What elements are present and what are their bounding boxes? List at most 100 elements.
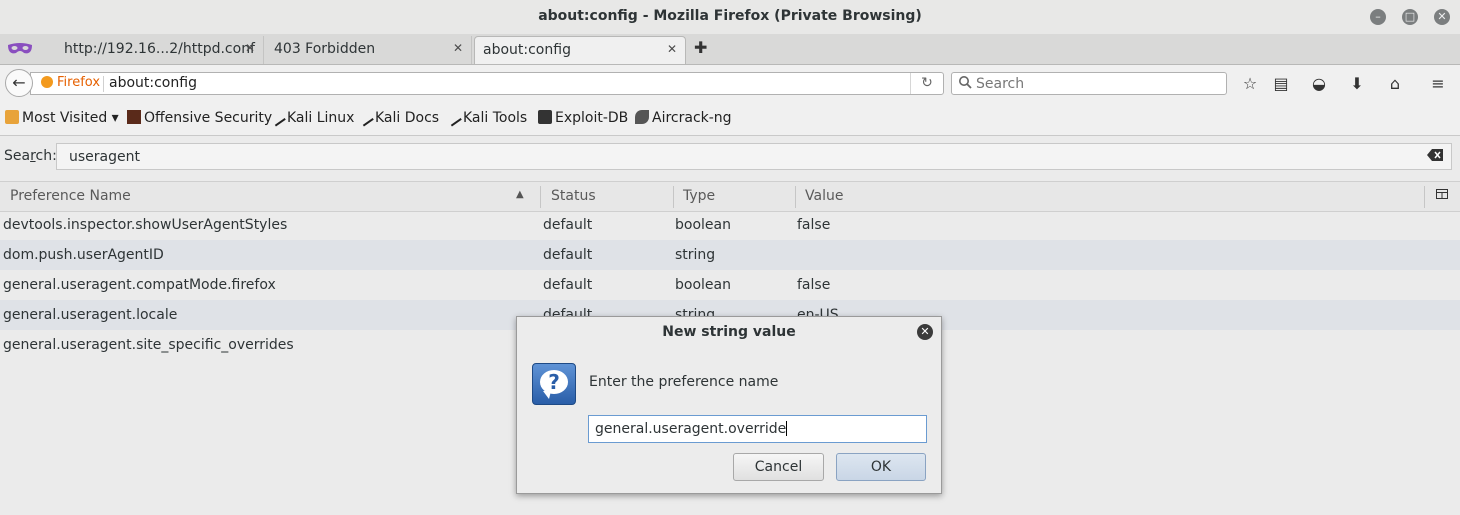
- exploitdb-icon: [538, 110, 552, 124]
- close-icon[interactable]: ✕: [667, 42, 677, 56]
- column-divider[interactable]: [540, 186, 541, 208]
- close-window-button[interactable]: ✕: [1434, 9, 1450, 25]
- identity-box[interactable]: Firefox: [41, 75, 100, 90]
- window-titlebar: about:config - Mozilla Firefox (Private …: [0, 0, 1460, 35]
- bookmark-label: Aircrack-ng: [652, 110, 732, 126]
- question-icon: ?: [532, 363, 576, 405]
- private-browsing-mask-icon: [8, 43, 32, 54]
- column-picker-icon[interactable]: [1436, 188, 1448, 200]
- bookmark-most-visited[interactable]: Most Visited ▾: [5, 110, 119, 126]
- url-text[interactable]: about:config: [109, 75, 197, 91]
- new-string-value-dialog: New string value ✕ ? Enter the preferenc…: [516, 316, 942, 494]
- bookmark-offensive-security[interactable]: Offensive Security: [127, 110, 272, 126]
- window-title: about:config - Mozilla Firefox (Private …: [538, 8, 922, 24]
- column-divider[interactable]: [673, 186, 674, 208]
- back-button[interactable]: ←: [5, 69, 33, 97]
- search-box[interactable]: Search: [951, 72, 1227, 95]
- bookmark-label: Kali Docs: [375, 110, 440, 126]
- aircrack-icon: [635, 110, 649, 124]
- firefox-icon: [41, 76, 53, 88]
- pref-status: default: [543, 277, 593, 293]
- preferences-table-header: Preference Name ▲ Status Type Value: [0, 181, 1460, 212]
- pref-type: boolean: [675, 277, 731, 293]
- bookmark-exploit-db[interactable]: Exploit-DB: [538, 110, 628, 126]
- pref-name: devtools.inspector.showUserAgentStyles: [3, 217, 288, 233]
- dialog-title: New string value: [662, 324, 796, 340]
- url-bar[interactable]: Firefox about:config ↻: [30, 72, 944, 95]
- bookmark-label: Kali Linux: [287, 110, 355, 126]
- bookmark-label: Most Visited ▾: [22, 110, 119, 126]
- column-divider: [1424, 186, 1425, 208]
- bookmark-aircrack-ng[interactable]: Aircrack-ng: [635, 110, 732, 126]
- minimize-button[interactable]: –: [1370, 9, 1386, 25]
- cancel-button[interactable]: Cancel: [733, 453, 824, 481]
- reload-icon[interactable]: ↻: [910, 73, 943, 94]
- column-divider[interactable]: [795, 186, 796, 208]
- url-separator: [103, 76, 104, 92]
- pref-value: false: [797, 217, 831, 233]
- bookmark-label: Exploit-DB: [555, 110, 629, 126]
- pocket-icon[interactable]: ◒: [1309, 74, 1329, 94]
- identity-label: Firefox: [57, 75, 101, 90]
- pref-name: general.useragent.site_specific_override…: [3, 337, 294, 353]
- ok-button[interactable]: OK: [836, 453, 926, 481]
- clear-filter-icon[interactable]: [1427, 149, 1443, 161]
- tab-label: about:config: [483, 42, 571, 58]
- bookmark-kali-tools[interactable]: Kali Tools: [446, 110, 528, 127]
- kali-icon: [446, 111, 462, 127]
- dialog-close-button[interactable]: ✕: [917, 324, 933, 340]
- search-label-part: ch:: [35, 148, 57, 164]
- table-row[interactable]: devtools.inspector.showUserAgentStyles d…: [0, 210, 1460, 240]
- table-row[interactable]: general.useragent.compatMode.firefox def…: [0, 270, 1460, 300]
- tab-label: 403 Forbidden: [274, 41, 376, 57]
- input-value: general.useragent.override: [595, 421, 787, 437]
- search-label: Search:: [4, 148, 57, 164]
- bookmark-label: Kali Tools: [463, 110, 528, 126]
- pref-status: default: [543, 247, 593, 263]
- kali-icon: [358, 111, 374, 127]
- tab-httpd-conf[interactable]: http://192.16...2/httpd.conf ✕: [56, 36, 264, 64]
- column-value[interactable]: Value: [805, 188, 843, 204]
- tab-strip: http://192.16...2/httpd.conf ✕ 403 Forbi…: [0, 34, 1460, 65]
- bookmark-star-icon[interactable]: ☆: [1240, 74, 1260, 94]
- pref-status: default: [543, 217, 593, 233]
- search-icon: [959, 76, 972, 89]
- offsec-icon: [127, 110, 141, 124]
- search-placeholder: Search: [976, 76, 1025, 92]
- text-caret: [786, 421, 788, 436]
- sort-ascending-icon: ▲: [516, 189, 524, 200]
- bookmark-kali-linux[interactable]: Kali Linux: [270, 110, 355, 127]
- pref-name: general.useragent.compatMode.firefox: [3, 277, 276, 293]
- folder-icon: [5, 110, 19, 124]
- dialog-message: Enter the preference name: [589, 374, 779, 390]
- filter-value: useragent: [69, 149, 140, 165]
- downloads-icon[interactable]: ⬇: [1347, 74, 1367, 94]
- bookmarks-toolbar: Most Visited ▾ Offensive Security Kali L…: [0, 101, 1460, 136]
- close-icon[interactable]: ✕: [453, 41, 463, 55]
- pref-name: general.useragent.locale: [3, 307, 178, 323]
- table-row[interactable]: dom.push.userAgentID default string: [0, 240, 1460, 270]
- bookmark-kali-docs[interactable]: Kali Docs: [358, 110, 440, 127]
- search-label-part: Sea: [4, 148, 31, 164]
- pref-type: string: [675, 247, 716, 263]
- pref-name: dom.push.userAgentID: [3, 247, 164, 263]
- pref-type: boolean: [675, 217, 731, 233]
- tab-403-forbidden[interactable]: 403 Forbidden ✕: [266, 36, 472, 64]
- preference-name-input[interactable]: general.useragent.override: [588, 415, 927, 443]
- maximize-button[interactable]: □: [1402, 9, 1418, 25]
- pref-value: false: [797, 277, 831, 293]
- reading-list-icon[interactable]: ▤: [1271, 74, 1291, 94]
- tab-about-config[interactable]: about:config ✕: [474, 36, 686, 64]
- tab-label: http://192.16...2/httpd.conf: [64, 41, 255, 57]
- column-preference-name[interactable]: Preference Name: [10, 188, 131, 204]
- new-tab-icon[interactable]: ✚: [694, 38, 707, 57]
- column-status[interactable]: Status: [551, 188, 596, 204]
- close-icon[interactable]: ✕: [245, 41, 255, 55]
- kali-icon: [270, 111, 286, 127]
- bookmark-label: Offensive Security: [144, 110, 273, 126]
- navigation-toolbar: Firefox about:config ↻ ← Search ☆ ▤ ◒ ⬇ …: [0, 65, 1460, 101]
- column-type[interactable]: Type: [683, 188, 715, 204]
- menu-hamburger-icon[interactable]: ≡: [1428, 74, 1448, 94]
- home-icon[interactable]: ⌂: [1385, 74, 1405, 94]
- preference-filter-input[interactable]: useragent: [56, 143, 1452, 170]
